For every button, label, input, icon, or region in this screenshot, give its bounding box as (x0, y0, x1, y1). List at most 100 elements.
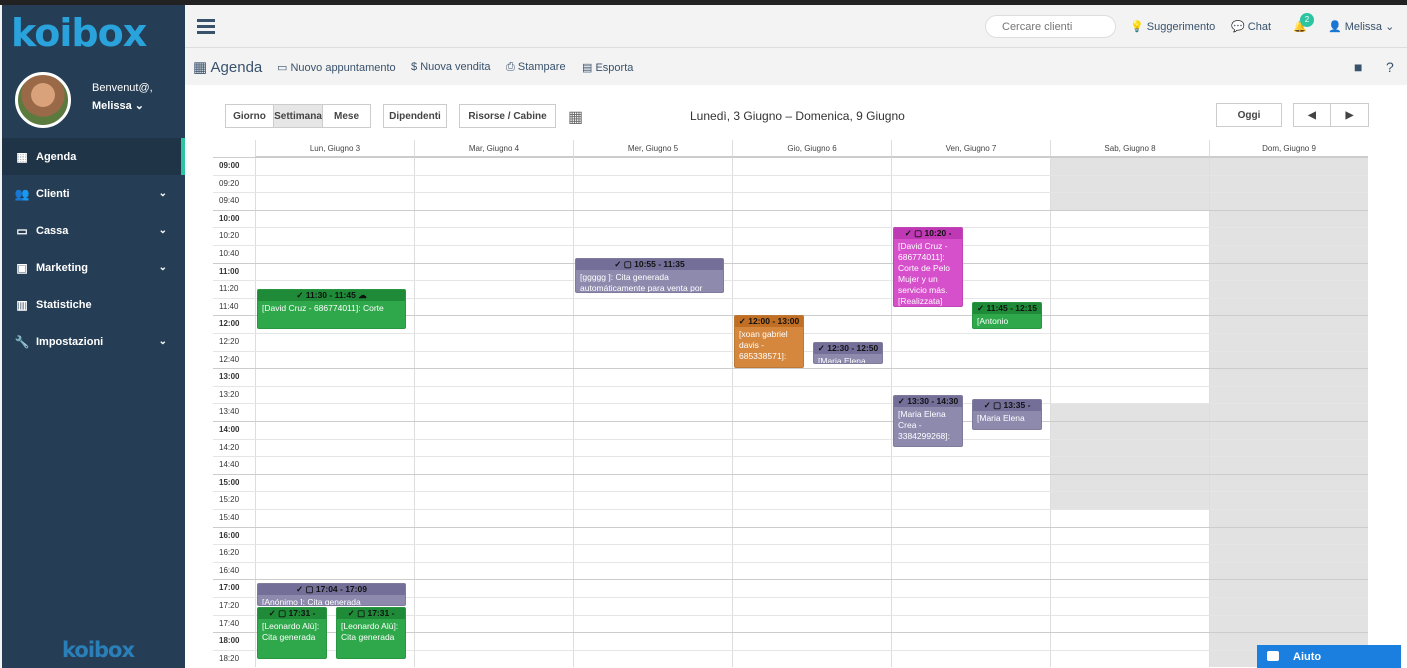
time-label: 16:00 (219, 530, 240, 540)
day-column-divider (414, 157, 415, 668)
user-menu[interactable]: Melissa ⌄ (92, 99, 144, 112)
today-button[interactable]: Oggi (1216, 103, 1282, 127)
appointment-text: [Leonardo Alù]: Cita generada (262, 620, 320, 642)
video-icon[interactable]: ■ (1354, 59, 1362, 75)
datepicker-icon[interactable]: ▦ (568, 107, 583, 127)
view-month-button[interactable]: Mese (322, 104, 371, 128)
time-label: 17:20 (219, 601, 240, 610)
day-header[interactable]: Gio, Giugno 6 (732, 140, 891, 157)
closed-slot (1051, 157, 1209, 210)
appointment[interactable]: ✓ ▢ 13:35 - [Maria Elena (972, 399, 1042, 430)
suggestion-link[interactable]: 💡 Suggerimento (1130, 20, 1215, 33)
day-column-divider (891, 157, 892, 668)
time-row-line (213, 262, 1368, 264)
appointment[interactable]: ✓ 13:30 - 14:30 [Maria Elena Crea - 33842… (893, 394, 963, 448)
print-button[interactable]: ⎙ Stampare (506, 61, 566, 74)
time-row-line (213, 157, 1368, 158)
chevron-down-icon: ⌄ (158, 188, 167, 199)
prev-week-button[interactable]: ◀ (1293, 103, 1331, 127)
time-label: 10:20 (219, 231, 240, 241)
appointment[interactable]: ✓ ▢ 17:04 - 17:09 [Anónimo ]: Cita genera… (257, 582, 406, 606)
time-label: 16:40 (219, 565, 240, 575)
appointment[interactable]: ✓ 11:45 - 12:15 [Antonio (972, 302, 1042, 329)
appointment[interactable]: ✓ 12:30 - 12:50 [Maria Elena (813, 341, 883, 364)
time-label: 15:00 (219, 477, 240, 487)
sidebar-item-clienti[interactable]: 👥 Clienti ⌄ (2, 175, 185, 212)
chevron-down-icon: ⌄ (158, 225, 167, 236)
print-label: Stampare (517, 61, 566, 73)
time-label: 09:40 (219, 196, 240, 206)
day-header[interactable]: Lun, Giugno 3 (255, 140, 414, 157)
time-label: 18:00 (219, 636, 240, 646)
dipendenti-button[interactable]: Dipendenti (383, 104, 447, 128)
help-chat-button[interactable]: Aiuto (1257, 645, 1401, 668)
calendar-icon: ▦ (193, 59, 208, 76)
user-label: Melissa ⌄ (1344, 21, 1395, 33)
chevron-down-icon: ⌄ (158, 262, 167, 273)
time-row-line (213, 561, 1368, 563)
time-row-line (213, 280, 1368, 282)
appointment[interactable]: ✓ 12:00 - 13:00 [xoan gabriel davis - 685… (734, 315, 804, 369)
suggestion-label: Suggerimento (1146, 21, 1216, 33)
appointment-text: [David Cruz - 686774011]: Corte de Pelo … (898, 241, 950, 307)
sidebar-item-cassa[interactable]: ▭ Cassa ⌄ (2, 212, 185, 249)
sidebar-item-impostazioni[interactable]: 🔧 Impostazioni ⌄ (2, 323, 185, 360)
day-header[interactable]: Ven, Giugno 7 (891, 140, 1050, 157)
time-row-line (213, 209, 1368, 211)
new-sale-button[interactable]: $ Nuova vendita (411, 61, 491, 73)
closed-slot (1210, 157, 1368, 668)
time-label: 18:20 (219, 653, 240, 663)
new-appointment-button[interactable]: ▭ Nuovo appuntamento (277, 61, 396, 74)
chat-link[interactable]: 💬 Chat (1231, 20, 1271, 33)
search-input[interactable] (985, 15, 1116, 38)
time-label: 12:40 (219, 354, 240, 364)
appointment-time: ✓ 11:30 - 11:45 ☁ (258, 290, 405, 301)
lightbulb-icon: 💡 (1130, 21, 1144, 33)
menu-icon[interactable] (197, 19, 215, 34)
bar-chart-icon: ▥ (16, 297, 28, 312)
time-label: 15:40 (219, 513, 240, 522)
appointment-text: [Antonio (977, 316, 1009, 327)
notification-badge: 2 (1300, 13, 1314, 27)
sidebar-item-marketing[interactable]: ▣ Marketing ⌄ (2, 249, 185, 286)
time-label: 12:00 (219, 319, 240, 329)
appointment[interactable]: ✓ ▢ 17:31 - [Leonardo Alù]: Cita generada (336, 606, 406, 659)
appointment-time: ✓ 13:30 - 14:30 (894, 395, 962, 407)
time-label: 14:40 (219, 460, 240, 470)
time-row-line (213, 473, 1368, 475)
time-label: 11:00 (219, 266, 240, 276)
view-day-button[interactable]: Giorno (225, 104, 274, 128)
time-label: 16:20 (219, 548, 240, 558)
export-button[interactable]: ▤ Esporta (582, 61, 633, 74)
time-row-line (213, 579, 1368, 581)
appointment[interactable]: ✓ ▢ 10:20 - [David Cruz - 686774011]: Cor… (893, 227, 963, 307)
koibox-footer-logo: koibox (62, 638, 135, 662)
appointment[interactable]: ✓ ▢ 10:55 - 11:35 [ggggg ]: Cita generada… (575, 258, 724, 294)
sidebar-item-statistiche[interactable]: ▥ Statistiche (2, 286, 185, 323)
view-week-button[interactable]: Settimana (273, 104, 323, 128)
agenda-title: ▦ Agenda (193, 58, 262, 76)
avatar[interactable] (15, 72, 71, 128)
appointment[interactable]: ✓ 11:30 - 11:45 ☁ [David Cruz - 686774011… (257, 289, 406, 329)
help-icon[interactable]: ? (1386, 59, 1394, 75)
sidebar-item-agenda[interactable]: ▦ Agenda (2, 138, 185, 175)
agenda-label: Agenda (210, 59, 263, 76)
calendar-range-title: Lunedì, 3 Giugno – Domenica, 9 Giugno (690, 109, 905, 123)
sidebar-nav: ▦ Agenda 👥 Clienti ⌄ ▭ Cassa ⌄ ▣ Marketi… (2, 138, 185, 360)
time-label: 15:20 (219, 495, 240, 505)
koibox-logo[interactable]: koibox (11, 11, 147, 55)
next-week-button[interactable]: ▶ (1330, 103, 1369, 127)
time-row-line (213, 227, 1368, 229)
day-header[interactable]: Mar, Giugno 4 (414, 140, 573, 157)
day-header[interactable]: Sab, Giugno 8 (1050, 140, 1209, 157)
sidebar: koibox Benvenut@, Melissa ⌄ ▦ Agenda 👥 C… (2, 5, 185, 668)
time-row-line (213, 245, 1368, 246)
appointment[interactable]: ✓ ▢ 17:31 - [Leonardo Alù]: Cita generada (257, 606, 327, 659)
sidebar-item-label: Impostazioni (36, 335, 104, 348)
day-header[interactable]: Dom, Giugno 9 (1209, 140, 1368, 157)
user-menu-top[interactable]: 👤 Melissa ⌄ (1328, 20, 1394, 33)
drawer-icon: ▭ (16, 223, 28, 238)
risorse-button[interactable]: Risorse / Cabine (459, 104, 556, 128)
day-header[interactable]: Mer, Giugno 5 (573, 140, 732, 157)
time-label: 13:40 (219, 407, 240, 417)
